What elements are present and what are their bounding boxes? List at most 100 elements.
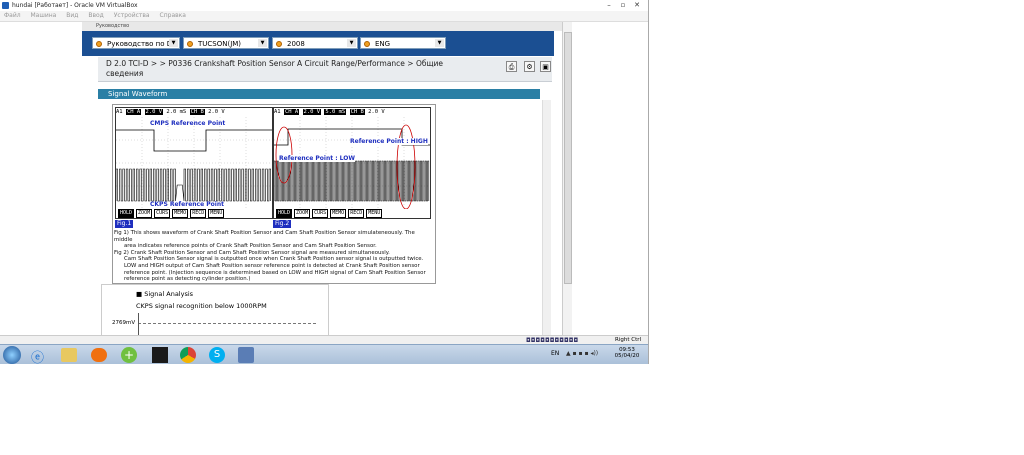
scope-1-channel-a: CH A xyxy=(125,109,142,115)
content-scrollbar[interactable] xyxy=(542,100,551,336)
manual-select[interactable]: Руководство по D` ▼ xyxy=(92,37,180,49)
manual-select-value: Руководство по D` xyxy=(107,40,176,48)
year-select[interactable]: 2008 ▼ xyxy=(272,37,358,49)
menubar: Файл Машина Вид Ввод Устройства Справка xyxy=(0,11,648,22)
caption-line: reference point. (Injection sequence is … xyxy=(124,269,426,276)
scope-2-hold-key: HOLD xyxy=(276,209,293,218)
section-header: Signal Waveform xyxy=(98,89,540,99)
scrollbar-thumb[interactable] xyxy=(564,32,572,284)
skype-icon[interactable]: S xyxy=(209,347,225,363)
scope-2-softkeys: HOLD ZOOM CURS MEMO RECD MENU xyxy=(274,209,430,218)
caption-line: Fig 1) This shows waveform of Crank Shaf… xyxy=(114,230,415,243)
clock-date: 05/04/20 xyxy=(614,353,640,359)
select-bullet-icon xyxy=(364,41,370,47)
menu-devices[interactable]: Устройства xyxy=(114,12,150,19)
scope-2-volt-b: 2.0 V xyxy=(368,109,385,115)
manual-window-title: Руководство xyxy=(82,22,562,31)
minimize-button[interactable]: – xyxy=(603,1,615,10)
axis-line xyxy=(138,313,139,335)
scope-1-waveform xyxy=(116,117,272,209)
window-scrollbar[interactable] xyxy=(562,22,572,335)
scope-2-curs-key: CURS xyxy=(312,209,329,218)
windows-taskbar: ⓔ + S EN ▲ ▪ ▪ ▪ ◂)) 09:53 05/04/20 xyxy=(0,344,648,364)
scope-1-curs-key: CURS xyxy=(154,209,171,218)
save-button[interactable]: ▣ xyxy=(540,61,551,72)
voltage-label: 2769mV xyxy=(112,320,136,326)
caption-line: area indicates reference points of Crank… xyxy=(124,243,377,250)
scope-1-header: A1 CH A 2.0 V 2.0 mS CH B 2.0 V xyxy=(116,108,272,117)
scope-2-header: A1 CH A 2.0 V 5.0 mS CH B 2.0 V xyxy=(274,108,430,117)
menu-view[interactable]: Вид xyxy=(66,12,78,19)
caption-line: reference point as detecting cylinder po… xyxy=(124,276,251,283)
disk-icon: ▣ xyxy=(542,63,549,71)
signal-analysis-title-text: Signal Analysis xyxy=(144,290,194,298)
voltage-line xyxy=(138,323,316,324)
tray-icons: ▲ ▪ ▪ ▪ ◂)) xyxy=(566,350,599,357)
chevron-down-icon[interactable]: ▼ xyxy=(169,39,178,47)
caption-line: Cam Shaft Position Sensor signal is outp… xyxy=(124,256,424,263)
chevron-down-icon[interactable]: ▼ xyxy=(258,39,267,47)
reference-high-label: Reference Point : HIGH xyxy=(350,138,428,145)
language-select-value: ENG xyxy=(375,40,391,48)
select-bullet-icon xyxy=(96,41,102,47)
year-select-value: 2008 xyxy=(287,40,305,48)
chevron-down-icon[interactable]: ▼ xyxy=(435,39,444,47)
scope-2-menu-key: MENU xyxy=(366,209,383,218)
ckps-reference-label: CKPS Reference Point xyxy=(150,201,224,208)
model-select-value: TUCSON(JM) xyxy=(198,40,242,48)
settings-button[interactable]: ⚙ xyxy=(524,61,535,72)
scope-1-menu-key: MENU xyxy=(208,209,225,218)
chevron-down-icon[interactable]: ▼ xyxy=(347,39,356,47)
signal-analysis-subtitle: CKPS signal recognition below 1000RPM xyxy=(136,302,267,310)
signal-analysis-panel: ■ Signal Analysis CKPS signal recognitio… xyxy=(101,284,329,338)
scope-screen-2: A1 CH A 2.0 V 5.0 mS CH B 2.0 V Referenc… xyxy=(273,107,431,219)
language-indicator[interactable]: EN xyxy=(551,350,559,357)
select-bullet-icon xyxy=(187,41,193,47)
ie-icon[interactable]: ⓔ xyxy=(31,347,49,364)
scope-2-volt-a: 2.0 V xyxy=(302,109,322,115)
scope-1-hold-key: HOLD xyxy=(118,209,135,218)
language-select[interactable]: ENG ▼ xyxy=(360,37,446,49)
scope-1-zoom-key: ZOOM xyxy=(136,209,153,218)
scope-1-memo-key: MEMO xyxy=(172,209,189,218)
scope-2-memo-key: MEMO xyxy=(330,209,347,218)
menu-file[interactable]: Файл xyxy=(4,12,21,19)
virtualbox-task-icon[interactable] xyxy=(238,347,254,363)
restore-button[interactable]: ▫ xyxy=(617,1,629,10)
add-icon[interactable]: + xyxy=(121,347,137,363)
explorer-icon[interactable] xyxy=(61,348,77,362)
menu-help[interactable]: Справка xyxy=(160,12,186,19)
scope-screen-1: A1 CH A 2.0 V 2.0 mS CH B 2.0 V CMPS Ref… xyxy=(115,107,273,219)
scope-2-channel-a: CH A xyxy=(283,109,300,115)
chrome-icon[interactable] xyxy=(180,347,196,363)
window-titlebar: hundai [Работает] - Oracle VM VirtualBox… xyxy=(0,0,648,11)
caption-line: Fig 2) Crank Shaft Position Sensor and C… xyxy=(114,249,390,256)
scope-1-channel-b: CH B xyxy=(189,109,205,115)
signal-analysis-title: ■ Signal Analysis xyxy=(136,290,194,298)
media-player-icon[interactable] xyxy=(91,348,107,362)
cmps-reference-label: CMPS Reference Point xyxy=(150,120,226,127)
scope-2-zoom-key: ZOOM xyxy=(294,209,311,218)
status-device-icons: ◘◘◘◘◘◘◘◘◘◘◘ xyxy=(526,337,579,344)
breadcrumb: D 2.0 TCI-D > > P0336 Crankshaft Positio… xyxy=(106,59,444,78)
menu-input[interactable]: Ввод xyxy=(88,12,103,19)
scope-app-icon[interactable] xyxy=(152,347,168,363)
scope-2-recd-key: RECD xyxy=(348,209,365,218)
start-button[interactable] xyxy=(3,346,21,364)
virtualbox-window: hundai [Работает] - Oracle VM VirtualBox… xyxy=(0,0,649,364)
figure-captions: Fig 1) This shows waveform of Crank Shaf… xyxy=(114,230,432,283)
fig-2-label: Fig.2 xyxy=(273,220,292,228)
close-button[interactable]: ✕ xyxy=(631,1,643,10)
scope-2-mode: A1 xyxy=(274,109,281,115)
scope-1-time: 2.0 mS xyxy=(166,109,187,115)
menu-machine[interactable]: Машина xyxy=(31,12,57,19)
gear-icon: ⚙ xyxy=(526,63,533,71)
virtualbox-icon xyxy=(2,2,9,9)
scope-2-waveform xyxy=(274,117,430,209)
print-button[interactable]: ⎙ xyxy=(506,61,517,72)
window-title: hundai [Работает] - Oracle VM VirtualBox xyxy=(12,2,138,9)
scope-1-mode: A1 xyxy=(116,109,123,115)
clock[interactable]: 09:53 05/04/20 xyxy=(614,347,640,359)
caption-line: LOW and HIGH output of Cam Shaft Positio… xyxy=(124,262,420,269)
model-select[interactable]: TUCSON(JM) ▼ xyxy=(183,37,269,49)
